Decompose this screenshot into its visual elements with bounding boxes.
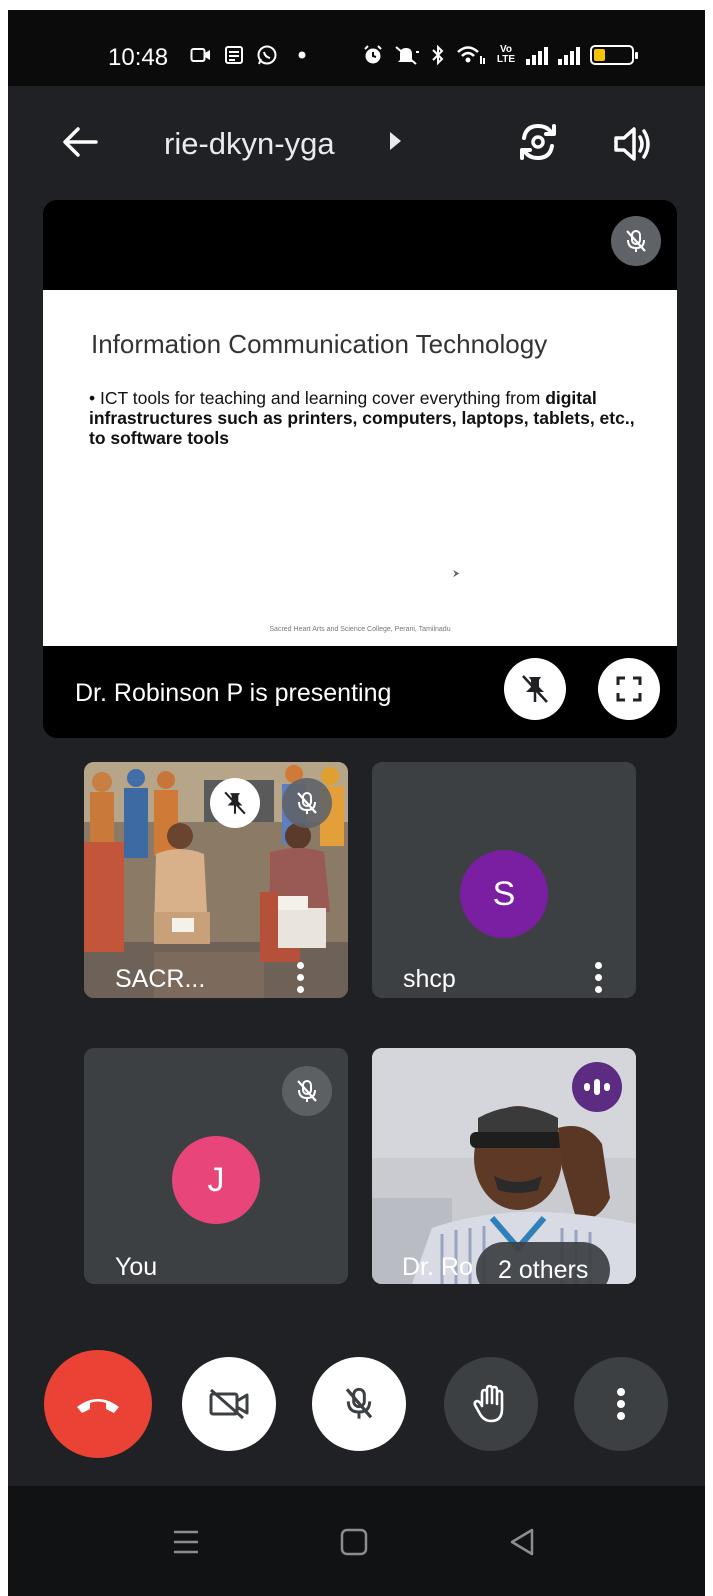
participant-tile-you[interactable]: J You — [84, 1048, 348, 1284]
back-nav-icon[interactable] — [506, 1526, 538, 1558]
more-options-button[interactable] — [574, 1357, 668, 1451]
volte-label: Vo LTE — [496, 44, 516, 65]
participant-tile-dr-robinson[interactable]: Dr. Ro 2 others — [372, 1048, 636, 1284]
slide-bullet: • ICT tools for teaching and learning co… — [89, 388, 635, 448]
participant-name: shcp — [403, 965, 456, 993]
battery-level-fill — [594, 49, 605, 61]
mic-off-button[interactable] — [312, 1357, 406, 1451]
mic-off-icon — [626, 230, 646, 252]
meeting-info-chevron-icon[interactable] — [390, 132, 401, 150]
speaker-icon[interactable] — [610, 122, 654, 166]
end-call-icon — [77, 1399, 119, 1413]
switch-camera-icon[interactable] — [516, 120, 560, 164]
wifi-icon — [457, 46, 485, 64]
home-icon[interactable] — [338, 1526, 370, 1558]
slide-title: Information Communication Technology — [91, 329, 548, 359]
participant-more-options-icon[interactable] — [296, 962, 304, 993]
back-arrow-icon[interactable] — [60, 122, 100, 162]
signal-strength-icon-2 — [558, 45, 580, 65]
mic-off-icon — [345, 1387, 373, 1419]
mouse-pointer-icon: ⮞ — [453, 568, 460, 578]
participant-name: Dr. Ro — [402, 1253, 473, 1281]
avatar: J — [172, 1136, 260, 1224]
news-notification-icon — [225, 46, 243, 64]
fullscreen-button[interactable] — [598, 658, 660, 720]
raise-hand-button[interactable] — [444, 1357, 538, 1451]
pinned-badge[interactable] — [210, 778, 260, 828]
recent-apps-icon[interactable] — [170, 1526, 202, 1558]
participant-name: You — [115, 1253, 158, 1281]
phone-screen: 10:48 Vo LTE rie-dkyn-yga Information Co… — [8, 10, 705, 1596]
end-call-button[interactable] — [44, 1350, 152, 1458]
presenting-status: Dr. Robinson P is presenting — [75, 679, 392, 707]
unpin-icon — [522, 675, 548, 703]
meeting-code[interactable]: rie-dkyn-yga — [164, 126, 335, 162]
participant-tile-shcp[interactable]: S shcp — [372, 762, 636, 998]
participant-more-options-icon[interactable] — [594, 962, 602, 993]
status-left-icons — [190, 44, 310, 66]
participant-tile-sacr[interactable]: SACR... — [84, 762, 348, 998]
video-notification-icon — [190, 48, 210, 62]
fullscreen-icon — [616, 676, 642, 702]
unpin-presentation-button[interactable] — [504, 658, 566, 720]
presentation-card[interactable]: Information Communication Technology • I… — [43, 200, 677, 738]
mic-off-icon — [297, 1080, 317, 1102]
camera-off-button[interactable] — [182, 1357, 276, 1451]
alarm-icon — [364, 45, 382, 64]
slide-footer: Sacred Heart Arts and Science College, P… — [269, 626, 451, 633]
mic-off-icon — [297, 792, 317, 814]
raise-hand-icon — [473, 1384, 504, 1423]
speaking-indicator-icon — [572, 1062, 622, 1112]
status-time: 10:48 — [108, 44, 169, 71]
bluetooth-icon — [432, 44, 444, 66]
muted-badge — [282, 1066, 332, 1116]
avatar: S — [460, 850, 548, 938]
mute-bell-icon — [395, 46, 419, 65]
whatsapp-icon — [257, 45, 277, 65]
system-nav-bar — [8, 1486, 705, 1596]
unpin-icon — [224, 791, 246, 815]
signal-strength-icon-1 — [526, 45, 548, 65]
battery-icon — [590, 45, 638, 65]
status-right-icons: Vo LTE — [362, 44, 638, 66]
status-bar: 10:48 Vo LTE — [8, 10, 705, 86]
video-off-icon — [209, 1388, 249, 1420]
shared-slide: Information Communication Technology • I… — [43, 290, 677, 646]
meeting-top-bar: rie-dkyn-yga — [8, 86, 705, 202]
more-vert-icon — [617, 1388, 625, 1420]
slide-bullet-text: ICT tools for teaching and learning cove… — [100, 388, 546, 408]
participant-name: SACR... — [115, 965, 206, 993]
muted-badge — [282, 778, 332, 828]
others-count-chip[interactable]: 2 others — [476, 1242, 611, 1284]
presentation-muted-badge — [611, 216, 661, 266]
more-notifications-dot-icon — [298, 51, 306, 59]
